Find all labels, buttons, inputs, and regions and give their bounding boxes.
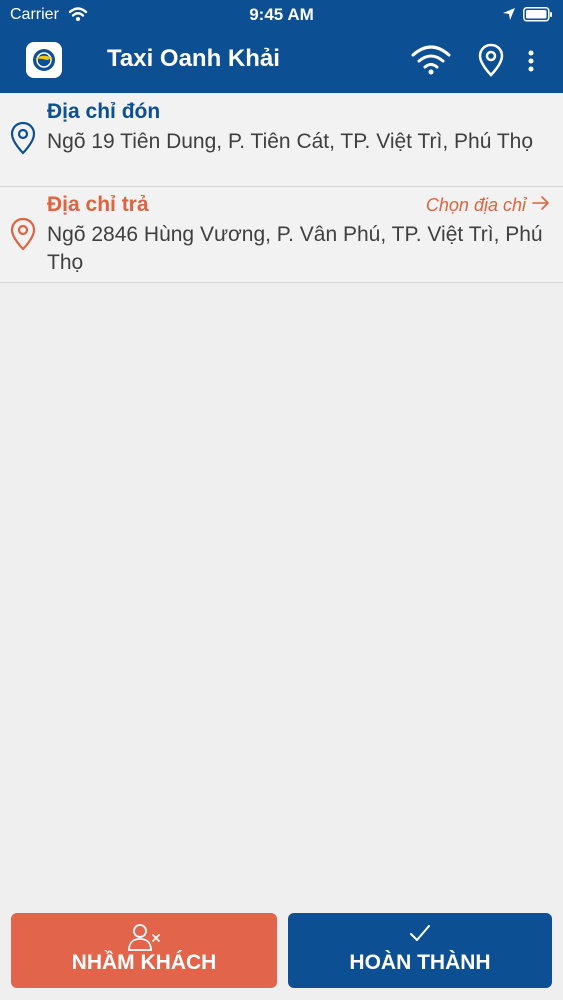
pickup-label: Địa chỉ đón: [47, 100, 161, 123]
arrow-right-icon: [531, 195, 551, 215]
battery-icon: [523, 7, 553, 27]
complete-button[interactable]: HOÀN THÀNH: [288, 913, 552, 988]
choose-address-label: Chọn địa chỉ: [425, 194, 526, 215]
app-title: Taxi Oanh Khải: [107, 45, 280, 72]
pickup-pin-icon: [10, 121, 36, 160]
pickup-address: Ngõ 19 Tiên Dung, P. Tiên Cát, TP. Việt …: [47, 130, 534, 153]
wrong-customer-label: NHẦM KHÁCH: [71, 951, 217, 974]
location-arrow-icon: [502, 7, 516, 26]
more-vertical-icon[interactable]: [526, 50, 536, 79]
location-pin-icon[interactable]: [478, 43, 504, 82]
choose-address-link[interactable]: Chọn địa chỉ: [426, 194, 551, 216]
wifi-icon[interactable]: [410, 44, 452, 81]
complete-label: HOÀN THÀNH: [349, 951, 491, 974]
dropoff-label: Địa chỉ trả: [47, 193, 149, 216]
status-time: 9:45 AM: [249, 5, 314, 24]
status-bar: Carrier 9:45 AM: [0, 0, 563, 30]
app-logo: [26, 42, 62, 78]
wrong-customer-button[interactable]: NHẦM KHÁCH: [11, 913, 277, 988]
dropoff-pin-icon: [10, 217, 36, 256]
dropoff-address-row[interactable]: Địa chỉ trả Chọn địa chỉ Ngõ 2846 Hùng V…: [0, 187, 563, 283]
dropoff-address: Ngõ 2846 Hùng Vương, P. Vân Phú, TP. Việ…: [47, 223, 543, 274]
check-icon: [288, 923, 552, 949]
app-bar: Taxi Oanh Khải: [0, 30, 563, 93]
pickup-address-row[interactable]: Địa chỉ đón Ngõ 19 Tiên Dung, P. Tiên Cá…: [0, 94, 563, 187]
